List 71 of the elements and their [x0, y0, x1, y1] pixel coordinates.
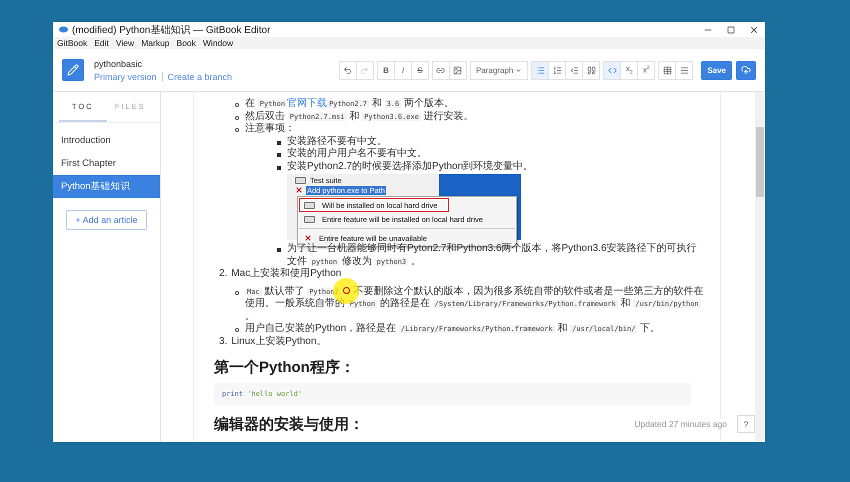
rule-button[interactable]	[675, 60, 694, 80]
image-icon	[453, 66, 462, 74]
image-button[interactable]	[448, 60, 467, 80]
list-item-text: 安装的用户用户名不要有中文。	[287, 148, 427, 160]
book-logo	[62, 59, 84, 81]
outdent-icon	[570, 66, 579, 74]
numbered-list-button[interactable]	[548, 60, 566, 80]
list-item-text: 3. Linux上安装Python。	[219, 336, 328, 348]
paragraph-dropdown[interactable]: Paragraph	[470, 60, 528, 80]
code-button[interactable]	[603, 60, 622, 80]
bullet-icon	[277, 166, 281, 170]
toc-item[interactable]: Introduction	[53, 129, 160, 152]
bulleted-list-icon	[536, 66, 545, 74]
undo-button[interactable]	[338, 60, 357, 80]
drive-icon	[304, 202, 315, 208]
menu-item[interactable]: GitBook	[57, 38, 88, 48]
strikethrough-button[interactable]: S	[410, 60, 429, 80]
bullet-icon	[277, 248, 281, 252]
list-item-text: 安装路径不要有中文。	[287, 136, 387, 148]
close-icon[interactable]	[749, 24, 759, 34]
section-heading: 第一个Python程序：	[214, 358, 355, 377]
book-title: pythonbasic	[94, 58, 144, 68]
list-item-text: 2. Mac上安装和使用Python	[219, 268, 342, 280]
bullet-icon	[235, 103, 239, 107]
menu-item[interactable]: Book	[176, 38, 196, 48]
bullet-icon	[235, 128, 239, 132]
code-icon	[608, 66, 617, 74]
cloud-upload-icon	[741, 65, 751, 75]
lines-icon	[680, 66, 689, 74]
scrollbar-thumb[interactable]	[756, 127, 764, 197]
toc-item[interactable]: Python基础知识	[53, 175, 160, 198]
drive-icon	[304, 216, 315, 222]
bullet-icon	[277, 153, 281, 157]
link-icon	[436, 66, 446, 74]
bullet-icon	[277, 140, 281, 144]
subscript-button[interactable]: x$_{2}$	[620, 60, 638, 80]
list-item-text: 安装Python2.7的时候要选择添加Python到环境变量中。	[287, 160, 534, 173]
link-button[interactable]	[432, 60, 450, 80]
list-item-text: 注意事项：	[245, 123, 295, 136]
menu-item[interactable]: Markup	[141, 38, 170, 48]
menu-item[interactable]: Edit	[94, 38, 109, 48]
maximize-icon[interactable]	[727, 26, 735, 34]
cross-icon	[304, 234, 312, 242]
window-title: (modified) Python基础知识 — GitBook Editor	[72, 24, 272, 36]
quote-icon	[586, 66, 596, 74]
superscript-button[interactable]: x$^{2}$	[637, 60, 656, 80]
table-button[interactable]	[658, 60, 676, 80]
upload-button[interactable]	[736, 60, 756, 80]
link[interactable]: 官网下载	[287, 98, 328, 109]
add-article-button[interactable]: + Add an article	[66, 210, 147, 230]
toc-item[interactable]: First Chapter	[53, 152, 160, 175]
bullet-icon	[235, 116, 239, 120]
caret-icon	[515, 66, 522, 74]
section-heading: 编辑器的安装与使用：	[214, 415, 364, 434]
bullet-icon	[235, 290, 239, 294]
menu-item[interactable]: Window	[202, 38, 234, 48]
bullet-icon	[235, 328, 239, 332]
table-icon	[662, 66, 672, 74]
menu-item[interactable]: View	[116, 38, 134, 48]
redo-icon	[360, 66, 370, 74]
updated-status: Updated 27 minutes ago	[634, 419, 727, 429]
outdent-button[interactable]	[565, 60, 584, 80]
undo-icon	[343, 66, 352, 74]
bulleted-list-button[interactable]	[531, 60, 550, 80]
save-button[interactable]: Save	[701, 60, 732, 80]
help-button[interactable]: ?	[737, 415, 755, 433]
numbered-list-icon	[552, 66, 562, 74]
italic-button[interactable]: I	[394, 60, 412, 80]
bold-button[interactable]: B	[376, 60, 395, 80]
quote-button[interactable]	[582, 60, 600, 80]
app-icon	[59, 26, 68, 33]
